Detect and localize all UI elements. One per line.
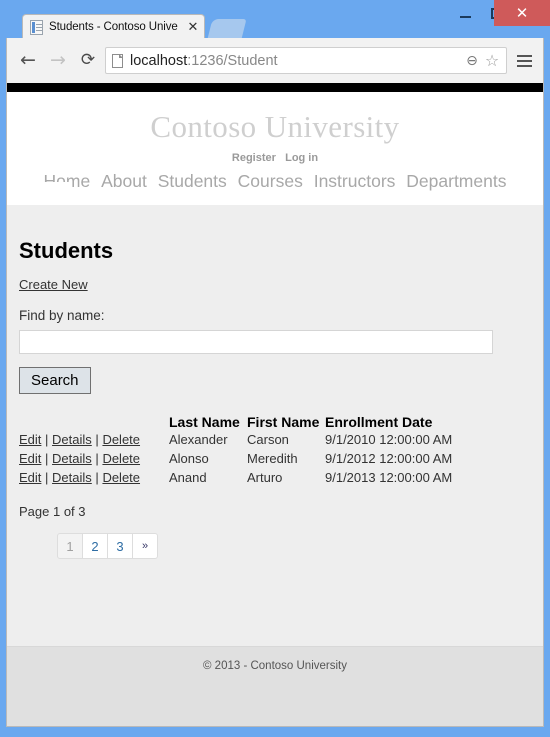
address-bar[interactable]: localhost:1236/Student ⊖ ☆	[105, 47, 507, 74]
column-header-first-name: First Name	[247, 414, 320, 430]
table-header-row: Last Name First Name Enrollment Date	[19, 414, 485, 430]
table-head: Last Name First Name Enrollment Date	[19, 414, 485, 430]
delete-link[interactable]: Delete	[102, 470, 140, 485]
table-row: Edit | Details | Delete Alonso Meredith …	[19, 449, 485, 468]
url-host: localhost	[130, 52, 188, 69]
action-separator: |	[45, 432, 49, 447]
edit-link[interactable]: Edit	[19, 432, 41, 447]
cell-enrollment-date: 9/1/2012 12:00:00 AM	[325, 451, 453, 466]
page-counter: Page 1 of 3	[19, 504, 86, 519]
table-row: Edit | Details | Delete Alexander Carson…	[19, 430, 485, 449]
new-tab-button[interactable]	[207, 19, 247, 39]
action-separator: |	[95, 451, 99, 466]
row-actions: Edit | Details | Delete	[19, 449, 169, 468]
back-icon[interactable]: ←	[13, 46, 43, 76]
action-separator: |	[95, 470, 99, 485]
create-new-link[interactable]: Create New	[19, 277, 88, 292]
tab-close-icon[interactable]: ✕	[186, 21, 200, 34]
forward-icon[interactable]: →	[43, 46, 73, 76]
bookmark-star-icon[interactable]: ☆	[482, 51, 502, 70]
web-page: Contoso University Register Log in Home …	[7, 83, 543, 726]
site-brand[interactable]: Contoso University	[7, 109, 543, 145]
browser-tab[interactable]: Students - Contoso Unive ✕	[22, 14, 205, 39]
details-link[interactable]: Details	[52, 470, 92, 485]
row-actions: Edit | Details | Delete	[19, 430, 169, 449]
details-link[interactable]: Details	[52, 451, 92, 466]
menu-icon-bar	[516, 59, 532, 62]
cell-first-name: Carson	[247, 432, 289, 447]
nav-item-courses[interactable]: Courses	[238, 171, 303, 191]
find-by-name-label: Find by name:	[19, 308, 105, 323]
page-title: Students	[19, 238, 114, 263]
cell-last-name: Alonso	[169, 451, 209, 466]
cell-last-name: Anand	[169, 470, 207, 485]
pagination-page-3[interactable]: 3	[107, 533, 133, 559]
site-footer: © 2013 - Contoso University	[7, 646, 543, 726]
zoom-out-icon[interactable]: ⊖	[462, 53, 482, 69]
register-link[interactable]: Register	[232, 152, 276, 164]
main-content: Students Create New Find by name: Search…	[7, 205, 543, 646]
search-button[interactable]: Search	[19, 367, 91, 394]
main-nav: Home About Students Courses Instructors …	[7, 171, 543, 192]
delete-link[interactable]: Delete	[102, 451, 140, 466]
cell-enrollment-date: 9/1/2013 12:00:00 AM	[325, 470, 453, 485]
column-header-last-name: Last Name	[169, 414, 240, 430]
students-table: Last Name First Name Enrollment Date Edi…	[19, 414, 485, 487]
cell-first-name: Meredith	[247, 451, 298, 466]
table-body: Edit | Details | Delete Alexander Carson…	[19, 430, 485, 487]
pagination-next[interactable]: »	[132, 533, 158, 559]
menu-icon-bar	[516, 64, 532, 67]
column-header-enrollment-date: Enrollment Date	[325, 414, 433, 430]
pagination-page-2[interactable]: 2	[82, 533, 108, 559]
url-path: :1236/Student	[187, 52, 278, 69]
pagination-page-1[interactable]: 1	[57, 533, 83, 559]
nav-item-about[interactable]: About	[101, 171, 147, 191]
details-link[interactable]: Details	[52, 432, 92, 447]
nav-item-departments[interactable]: Departments	[406, 171, 506, 191]
search-input[interactable]	[19, 330, 493, 354]
browser-viewport: Contoso University Register Log in Home …	[6, 83, 544, 727]
cell-enrollment-date: 9/1/2010 12:00:00 AM	[325, 432, 453, 447]
edit-link[interactable]: Edit	[19, 470, 41, 485]
browser-toolbar: ← → ⟳ localhost:1236/Student ⊖ ☆	[6, 38, 544, 83]
page-top-bar	[7, 83, 543, 92]
tab-title: Students - Contoso Unive	[49, 21, 178, 33]
table-row: Edit | Details | Delete Anand Arturo 9/1…	[19, 468, 485, 487]
nav-item-students[interactable]: Students	[158, 171, 227, 191]
login-link[interactable]: Log in	[285, 152, 318, 164]
page-favicon-icon	[30, 19, 43, 35]
delete-link[interactable]: Delete	[102, 432, 140, 447]
edit-link[interactable]: Edit	[19, 451, 41, 466]
column-header-actions	[19, 414, 169, 430]
site-header: Contoso University Register Log in Home …	[7, 92, 543, 228]
menu-icon[interactable]	[511, 46, 537, 76]
action-separator: |	[45, 451, 49, 466]
reload-icon[interactable]: ⟳	[73, 46, 103, 76]
action-separator: |	[45, 470, 49, 485]
cell-last-name: Alexander	[169, 432, 228, 447]
copyright-text: © 2013 - Contoso University	[203, 660, 347, 672]
browser-window: ✕ Students - Contoso Unive ✕ ← → ⟳ local…	[0, 0, 550, 737]
url-text: localhost:1236/Student	[130, 53, 462, 69]
cell-first-name: Arturo	[247, 470, 283, 485]
tab-strip: Students - Contoso Unive ✕	[0, 14, 550, 39]
window-title-bar: ✕ Students - Contoso Unive ✕	[0, 0, 550, 39]
action-separator: |	[95, 432, 99, 447]
nav-item-instructors[interactable]: Instructors	[314, 171, 396, 191]
row-actions: Edit | Details | Delete	[19, 468, 169, 487]
pagination: 1 2 3 »	[57, 533, 158, 559]
auth-links: Register Log in	[7, 152, 543, 164]
page-info-icon[interactable]	[112, 53, 123, 68]
menu-icon-bar	[516, 54, 532, 57]
